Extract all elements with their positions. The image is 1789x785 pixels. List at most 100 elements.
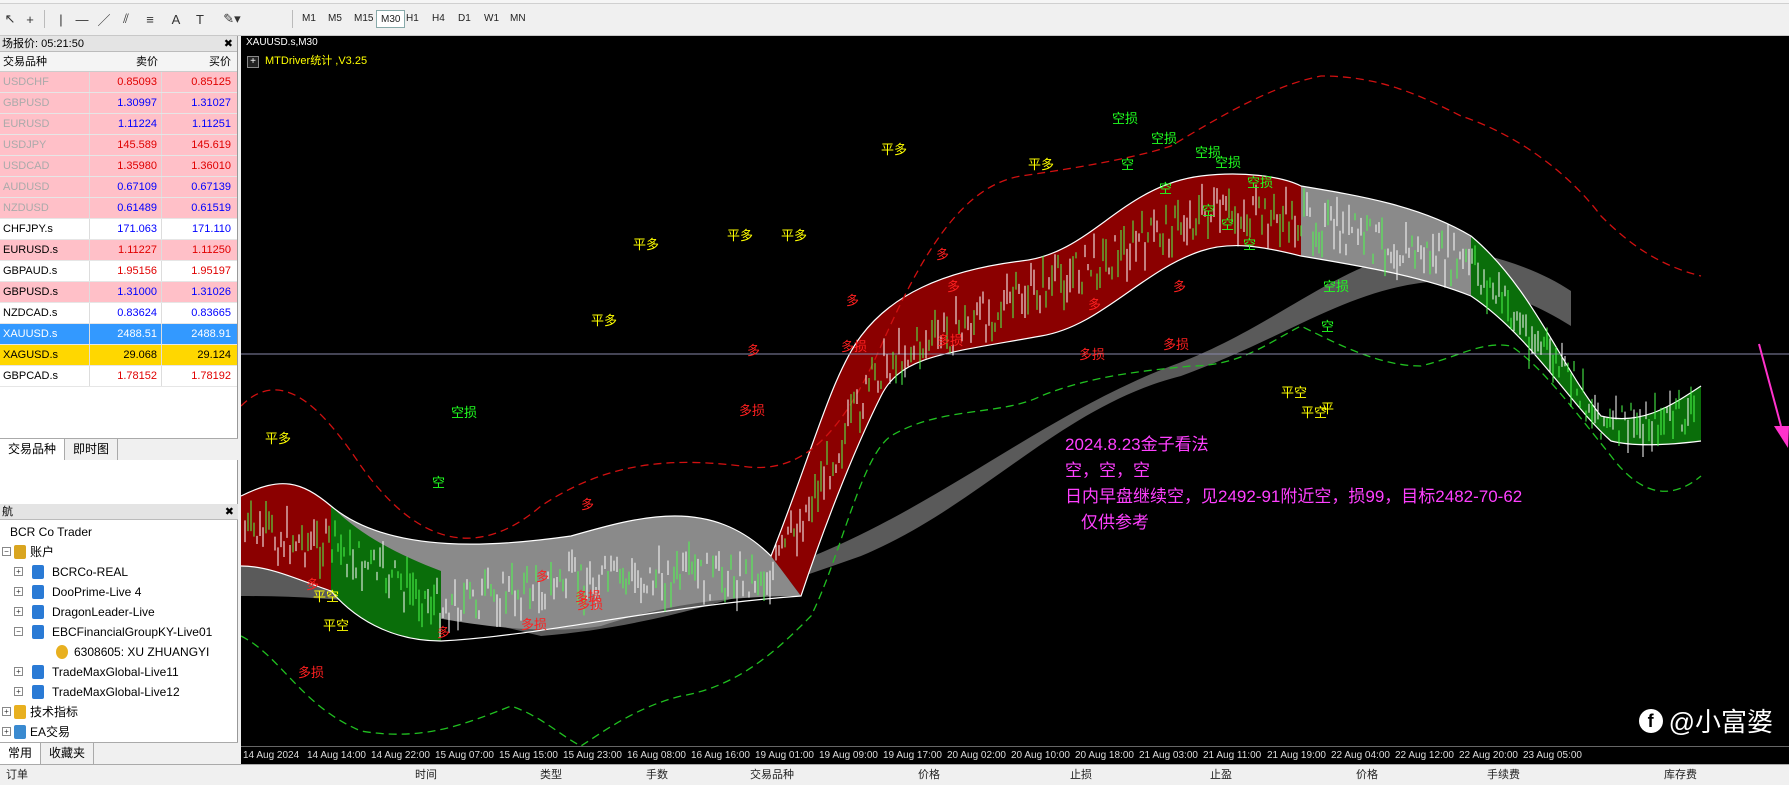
symbol-row[interactable]: NZDCAD.s 0.83624 0.83665 bbox=[0, 303, 237, 324]
price-chart[interactable]: XAUUSD.s,M30 + MTDriver统计 ,V3.25 平多 空损 空 … bbox=[241, 36, 1789, 764]
tree-accounts[interactable]: − 账户 bbox=[0, 542, 238, 562]
account-server[interactable]: − EBCFinancialGroupKY-Live01 bbox=[0, 622, 238, 642]
terminal-column-header[interactable]: 价格 bbox=[918, 765, 940, 785]
expand-icon[interactable]: + bbox=[14, 607, 23, 616]
user-icon bbox=[56, 645, 68, 659]
terminal-column-header[interactable]: 类型 bbox=[540, 765, 562, 785]
expand-icon[interactable]: + bbox=[14, 667, 23, 676]
cursor-icon[interactable]: ↖ bbox=[2, 8, 18, 30]
symbol-row[interactable]: EURUSD.s 1.11227 1.11250 bbox=[0, 240, 237, 261]
horizontal-line-icon[interactable]: — bbox=[74, 8, 90, 30]
indicators-icon bbox=[14, 705, 26, 719]
market-watch-title: 场报价: 05:21:50 bbox=[2, 38, 84, 50]
tab-favorites[interactable]: 收藏夹 bbox=[41, 743, 95, 764]
col-bid[interactable]: 卖价 bbox=[90, 52, 162, 71]
symbol-row[interactable]: XAGUSD.s 29.068 29.124 bbox=[0, 345, 237, 366]
timeframe-m15[interactable]: M15 bbox=[350, 10, 377, 28]
crosshair-icon[interactable]: + bbox=[22, 8, 38, 30]
bid-price: 0.67109 bbox=[90, 177, 162, 197]
signal-label: 平多 bbox=[727, 228, 754, 243]
timeframe-m5[interactable]: M5 bbox=[324, 10, 346, 28]
account-login[interactable]: 6308605: XU ZHUANGYI bbox=[0, 642, 238, 662]
signal-label: 空损 bbox=[1323, 279, 1350, 294]
channel-icon[interactable]: ⫽ bbox=[118, 8, 134, 30]
fibonacci-icon[interactable]: ≡ bbox=[142, 8, 158, 30]
timeframe-mn[interactable]: MN bbox=[506, 10, 530, 28]
bid-price: 29.068 bbox=[90, 345, 162, 365]
signal-label: 多 bbox=[936, 247, 950, 262]
symbol-row[interactable]: GBPAUD.s 1.95156 1.95197 bbox=[0, 261, 237, 282]
analysis-note: 2024.8.23金子看法 空，空，空 日内早盘继续空，见2492-91附近空，… bbox=[1065, 432, 1522, 536]
navigator-section[interactable]: + EA交易 bbox=[0, 722, 238, 742]
symbol-row[interactable]: EURUSD 1.11224 1.11251 bbox=[0, 114, 237, 135]
expand-icon[interactable]: + bbox=[14, 687, 23, 696]
chart-title: XAUUSD.s,M30 bbox=[246, 37, 318, 48]
timeframe-h1[interactable]: H1 bbox=[402, 10, 423, 28]
indicator-label[interactable]: + MTDriver统计 ,V3.25 bbox=[247, 52, 367, 68]
shapes-dropdown-icon[interactable]: ✎▾ bbox=[218, 8, 246, 30]
terminal-column-header[interactable]: 手数 bbox=[646, 765, 668, 785]
symbol-row[interactable]: GBPCAD.s 1.78152 1.78192 bbox=[0, 366, 237, 387]
symbol-row[interactable]: USDJPY 145.589 145.619 bbox=[0, 135, 237, 156]
time-tick-label: 14 Aug 14:00 bbox=[307, 750, 366, 761]
symbol-row[interactable]: USDCHF 0.85093 0.85125 bbox=[0, 72, 237, 93]
timeframe-w1[interactable]: W1 bbox=[480, 10, 503, 28]
signal-label: 平多 bbox=[1028, 157, 1055, 172]
vertical-line-icon[interactable]: | bbox=[54, 8, 68, 30]
timeframe-h4[interactable]: H4 bbox=[428, 10, 449, 28]
close-icon[interactable]: ✖ bbox=[225, 504, 234, 520]
symbol-row[interactable]: AUDUSD 0.67109 0.67139 bbox=[0, 177, 237, 198]
expand-icon[interactable]: + bbox=[247, 56, 259, 68]
terminal-column-header[interactable]: 价格 bbox=[1356, 765, 1378, 785]
terminal-column-header[interactable]: 止损 bbox=[1070, 765, 1092, 785]
collapse-icon[interactable]: − bbox=[14, 627, 23, 636]
signal-label: 多损 bbox=[1163, 337, 1190, 352]
terminal-column-header[interactable]: 订单 bbox=[6, 765, 28, 785]
tab-symbols[interactable]: 交易品种 bbox=[0, 439, 66, 460]
close-icon[interactable]: ✖ bbox=[224, 36, 233, 52]
expand-icon[interactable]: + bbox=[2, 727, 11, 736]
symbol-row[interactable]: GBPUSD.s 1.31000 1.31026 bbox=[0, 282, 237, 303]
account-label: BCRCo-REAL bbox=[52, 565, 129, 579]
account-server[interactable]: + TradeMaxGlobal-Live12 bbox=[0, 682, 238, 702]
symbol-row[interactable]: NZDUSD 0.61489 0.61519 bbox=[0, 198, 237, 219]
symbol-row[interactable]: CHFJPY.s 171.063 171.110 bbox=[0, 219, 237, 240]
account-server[interactable]: + BCRCo-REAL bbox=[0, 562, 238, 582]
symbol-row[interactable]: XAUUSD.s 2488.51 2488.91 bbox=[0, 324, 237, 345]
account-server[interactable]: + TradeMaxGlobal-Live11 bbox=[0, 662, 238, 682]
text-label-icon[interactable]: T bbox=[192, 8, 208, 30]
expand-icon[interactable]: + bbox=[2, 707, 11, 716]
market-watch-list: USDCHF 0.85093 0.85125 GBPUSD 1.30997 1.31027… bbox=[0, 72, 237, 387]
time-tick-label: 21 Aug 19:00 bbox=[1267, 750, 1326, 761]
time-tick-label: 23 Aug 05:00 bbox=[1523, 750, 1582, 761]
time-tick-label: 22 Aug 04:00 bbox=[1331, 750, 1390, 761]
collapse-icon[interactable]: − bbox=[2, 547, 11, 556]
account-server[interactable]: + DooPrime-Live 4 bbox=[0, 582, 238, 602]
terminal-column-header[interactable]: 交易品种 bbox=[750, 765, 794, 785]
col-symbol[interactable]: 交易品种 bbox=[0, 52, 90, 71]
section-label: 技术指标 bbox=[30, 705, 79, 719]
time-tick-label: 19 Aug 17:00 bbox=[883, 750, 942, 761]
trendline-icon[interactable]: ／ bbox=[96, 8, 112, 30]
account-server[interactable]: + DragonLeader-Live bbox=[0, 602, 238, 622]
symbol-row[interactable]: USDCAD 1.35980 1.36010 bbox=[0, 156, 237, 177]
tab-tick-chart[interactable]: 即时图 bbox=[65, 439, 119, 460]
col-ask[interactable]: 买价 bbox=[162, 52, 235, 71]
timeframe-d1[interactable]: D1 bbox=[454, 10, 475, 28]
bid-price: 1.11224 bbox=[90, 114, 162, 134]
tab-common[interactable]: 常用 bbox=[0, 743, 42, 764]
terminal-column-header[interactable]: 库存费 bbox=[1664, 765, 1697, 785]
tree-root[interactable]: BCR Co Trader bbox=[0, 522, 238, 542]
terminal-column-header[interactable]: 时间 bbox=[415, 765, 437, 785]
signal-label: 多 bbox=[536, 569, 550, 584]
expand-icon[interactable]: + bbox=[14, 587, 23, 596]
text-icon[interactable]: A bbox=[168, 8, 184, 30]
symbol-name: AUDUSD bbox=[0, 177, 90, 197]
signal-label: 平多 bbox=[781, 228, 808, 243]
terminal-column-header[interactable]: 止盈 bbox=[1210, 765, 1232, 785]
expand-icon[interactable]: + bbox=[14, 567, 23, 576]
navigator-section[interactable]: + 技术指标 bbox=[0, 702, 238, 722]
timeframe-m1[interactable]: M1 bbox=[298, 10, 320, 28]
symbol-row[interactable]: GBPUSD 1.30997 1.31027 bbox=[0, 93, 237, 114]
terminal-column-header[interactable]: 手续费 bbox=[1487, 765, 1520, 785]
